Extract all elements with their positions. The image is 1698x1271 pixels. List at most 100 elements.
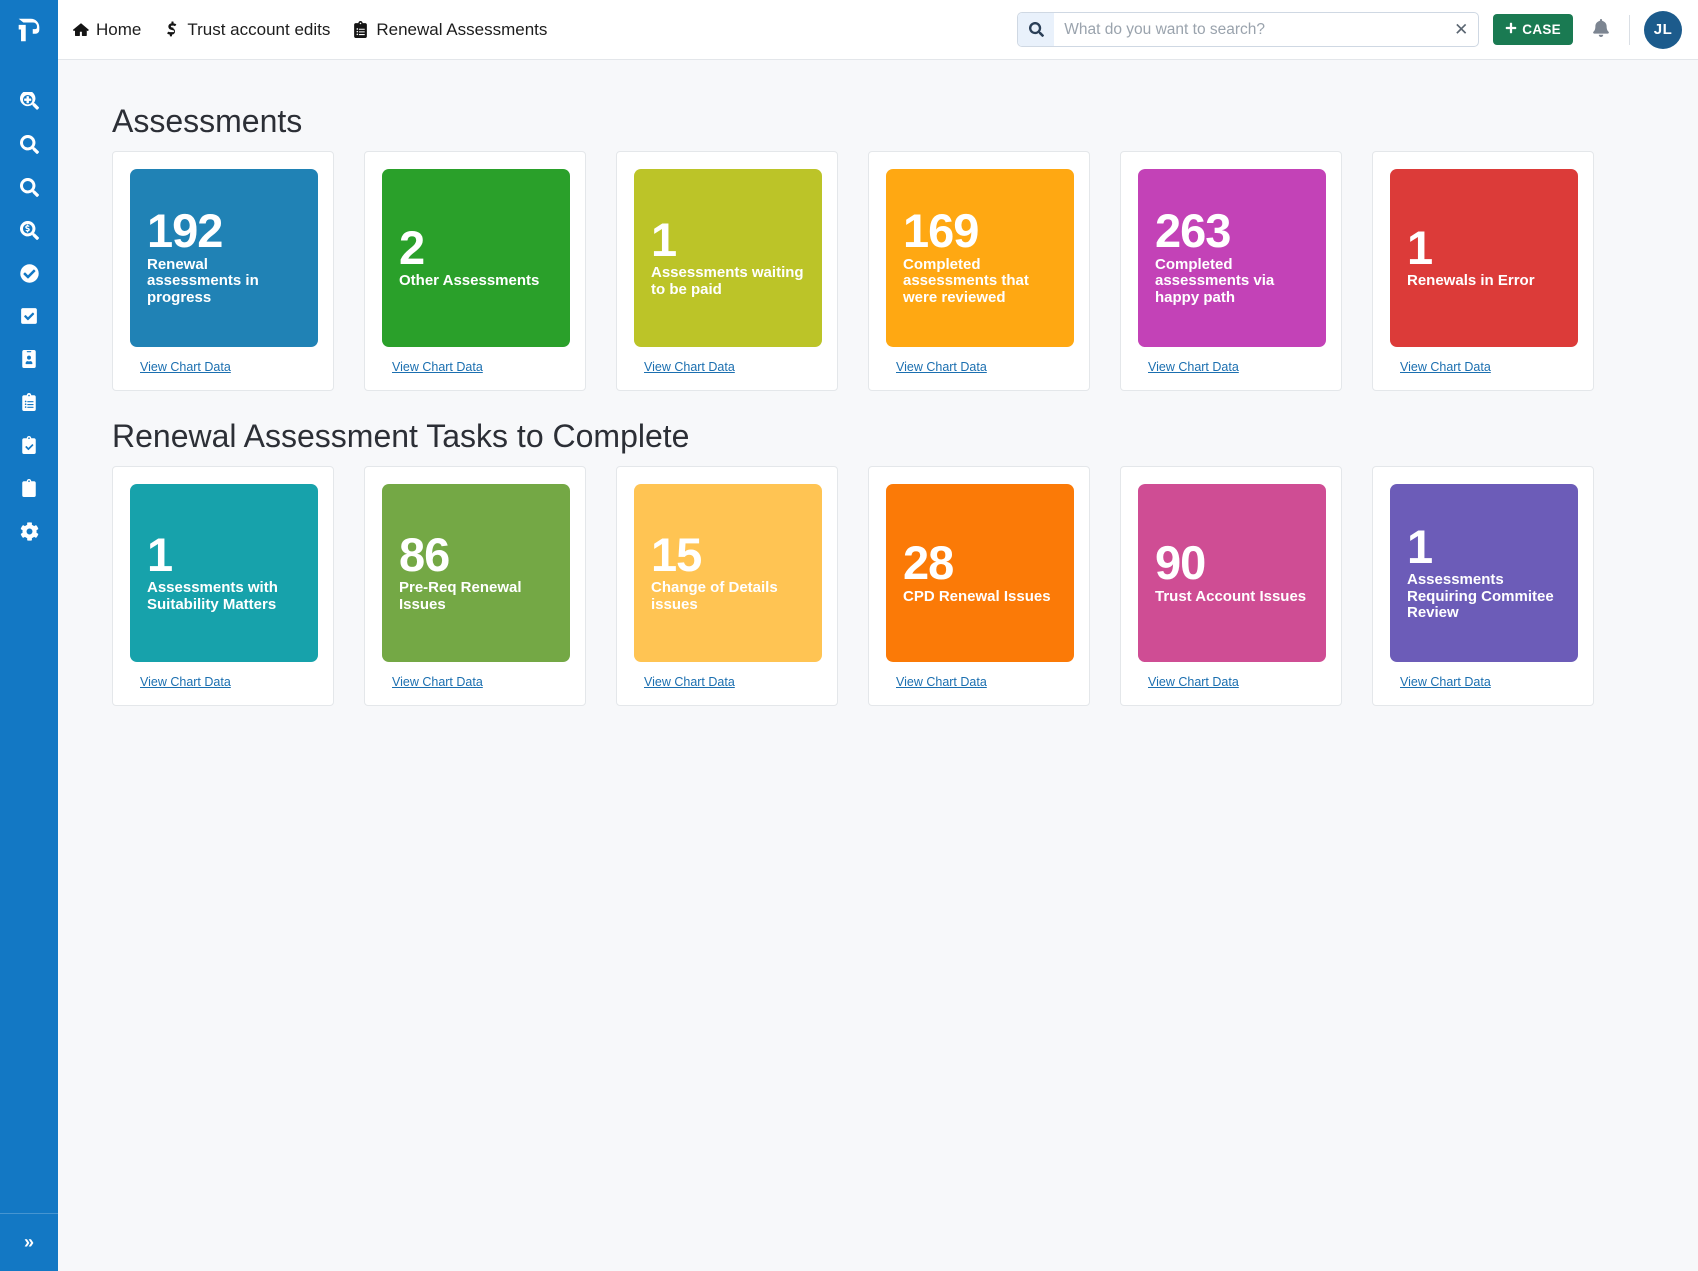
stat-tile[interactable]: 1 Assessments waiting to be paid	[634, 169, 822, 347]
sidebar-item-clipboard[interactable]	[0, 469, 58, 512]
assessments-card-row: 192 Renewal assessments in progress View…	[112, 151, 1698, 391]
view-chart-data-link[interactable]: View Chart Data	[886, 662, 987, 705]
view-chart-data-link[interactable]: View Chart Data	[130, 347, 231, 390]
stat-value: 90	[1155, 541, 1309, 584]
stat-label: Renewal assessments in progress	[147, 257, 301, 307]
top-navigation-bar: Home Trust account edits Renewal Assessm…	[0, 0, 1698, 60]
nav-link-trust-account-edits-label: Trust account edits	[187, 20, 330, 40]
sidebar-expand-button[interactable]: »	[0, 1213, 58, 1271]
home-icon	[72, 21, 89, 38]
clear-search-button[interactable]: ✕	[1444, 13, 1478, 46]
clipboard-check-icon	[21, 436, 37, 459]
double-chevron-right-icon: »	[24, 1232, 34, 1253]
view-chart-data-link[interactable]: View Chart Data	[1138, 347, 1239, 390]
stat-tile[interactable]: 1 Assessments with Suitability Matters	[130, 484, 318, 662]
notifications-button[interactable]	[1587, 16, 1615, 44]
section-assessments: Assessments 192 Renewal assessments in p…	[58, 60, 1698, 391]
stat-tile[interactable]: 169 Completed assessments that were revi…	[886, 169, 1074, 347]
pilot-logo-icon	[14, 15, 44, 45]
stat-value: 1	[147, 533, 301, 576]
sidebar-item-search-1[interactable]	[0, 125, 58, 168]
section-renewal-tasks: Renewal Assessment Tasks to Complete 1 A…	[58, 391, 1698, 706]
stat-tile[interactable]: 1 Assessments Requiring Commitee Review	[1390, 484, 1578, 662]
add-case-button[interactable]: CASE	[1493, 14, 1573, 45]
tasks-card-row: 1 Assessments with Suitability Matters V…	[112, 466, 1698, 706]
sidebar-item-search-2[interactable]	[0, 168, 58, 211]
stat-tile[interactable]: 1 Renewals in Error	[1390, 169, 1578, 347]
search-plus-icon	[20, 92, 39, 116]
avatar[interactable]: JL	[1644, 11, 1682, 49]
page-title: Assessments	[112, 60, 1698, 151]
nav-link-home-label: Home	[96, 20, 141, 40]
stat-card: 28 CPD Renewal Issues View Chart Data	[868, 466, 1090, 706]
search-box[interactable]: ✕	[1017, 12, 1479, 47]
view-chart-data-link[interactable]: View Chart Data	[634, 347, 735, 390]
stat-card: 1 Renewals in Error View Chart Data	[1372, 151, 1594, 391]
stat-card: 86 Pre-Req Renewal Issues View Chart Dat…	[364, 466, 586, 706]
search-input[interactable]	[1054, 21, 1444, 39]
bell-icon	[1592, 19, 1610, 40]
stat-tile[interactable]: 2 Other Assessments	[382, 169, 570, 347]
search-icon	[20, 178, 39, 202]
stat-value: 15	[651, 533, 805, 576]
stat-value: 86	[399, 533, 553, 576]
header-divider	[1629, 15, 1630, 45]
stat-tile[interactable]: 86 Pre-Req Renewal Issues	[382, 484, 570, 662]
stat-tile[interactable]: 192 Renewal assessments in progress	[130, 169, 318, 347]
nav-link-trust-account-edits[interactable]: Trust account edits	[163, 20, 330, 40]
stat-label: Change of Details issues	[651, 580, 805, 614]
stat-label: Completed assessments via happy path	[1155, 257, 1309, 307]
stat-value: 192	[147, 209, 301, 252]
search-dollar-icon	[20, 221, 39, 245]
sidebar: »	[0, 60, 58, 1271]
view-chart-data-link[interactable]: View Chart Data	[130, 662, 231, 705]
stat-tile[interactable]: 28 CPD Renewal Issues	[886, 484, 1074, 662]
plus-icon	[1505, 22, 1517, 37]
sidebar-item-search-dollar[interactable]	[0, 211, 58, 254]
stat-label: Pre-Req Renewal Issues	[399, 580, 553, 614]
clipboard-list-icon	[352, 21, 369, 38]
stat-label: Renewals in Error	[1407, 273, 1561, 290]
sidebar-item-settings[interactable]	[0, 512, 58, 555]
id-badge-icon	[21, 350, 37, 373]
breadcrumb: Home Trust account edits Renewal Assessm…	[72, 20, 547, 40]
sidebar-item-check-square[interactable]	[0, 297, 58, 340]
clipboard-icon	[21, 479, 37, 502]
stat-card: 15 Change of Details issues View Chart D…	[616, 466, 838, 706]
view-chart-data-link[interactable]: View Chart Data	[382, 662, 483, 705]
stat-label: Assessments with Suitability Matters	[147, 580, 301, 614]
nav-link-home[interactable]: Home	[72, 20, 141, 40]
main-content: Assessments 192 Renewal assessments in p…	[58, 60, 1698, 1271]
app-logo[interactable]	[0, 0, 58, 60]
cog-icon	[20, 522, 39, 546]
sidebar-item-search-plus[interactable]	[0, 82, 58, 125]
view-chart-data-link[interactable]: View Chart Data	[886, 347, 987, 390]
stat-card: 169 Completed assessments that were revi…	[868, 151, 1090, 391]
view-chart-data-link[interactable]: View Chart Data	[634, 662, 735, 705]
check-square-icon	[20, 307, 38, 330]
search-icon	[1018, 13, 1054, 46]
view-chart-data-link[interactable]: View Chart Data	[1138, 662, 1239, 705]
stat-label: Completed assessments that were reviewed	[903, 257, 1057, 307]
stat-card: 192 Renewal assessments in progress View…	[112, 151, 334, 391]
view-chart-data-link[interactable]: View Chart Data	[1390, 347, 1491, 390]
stat-card: 90 Trust Account Issues View Chart Data	[1120, 466, 1342, 706]
nav-link-renewal-assessments[interactable]: Renewal Assessments	[352, 20, 547, 40]
top-right-actions: ✕ CASE JL	[1017, 11, 1698, 49]
stat-value: 1	[1407, 525, 1561, 568]
sidebar-item-clipboard-check[interactable]	[0, 426, 58, 469]
stat-value: 1	[1407, 226, 1561, 269]
stat-tile[interactable]: 15 Change of Details issues	[634, 484, 822, 662]
stat-tile[interactable]: 90 Trust Account Issues	[1138, 484, 1326, 662]
view-chart-data-link[interactable]: View Chart Data	[382, 347, 483, 390]
stat-label: Other Assessments	[399, 273, 553, 290]
sidebar-item-check-circle[interactable]	[0, 254, 58, 297]
clipboard-list-icon	[21, 393, 37, 416]
stat-card: 1 Assessments with Suitability Matters V…	[112, 466, 334, 706]
view-chart-data-link[interactable]: View Chart Data	[1390, 662, 1491, 705]
stat-label: Assessments waiting to be paid	[651, 265, 805, 299]
sidebar-item-clipboard-list[interactable]	[0, 383, 58, 426]
stat-tile[interactable]: 263 Completed assessments via happy path	[1138, 169, 1326, 347]
sidebar-item-id-badge[interactable]	[0, 340, 58, 383]
add-case-button-label: CASE	[1522, 22, 1561, 37]
